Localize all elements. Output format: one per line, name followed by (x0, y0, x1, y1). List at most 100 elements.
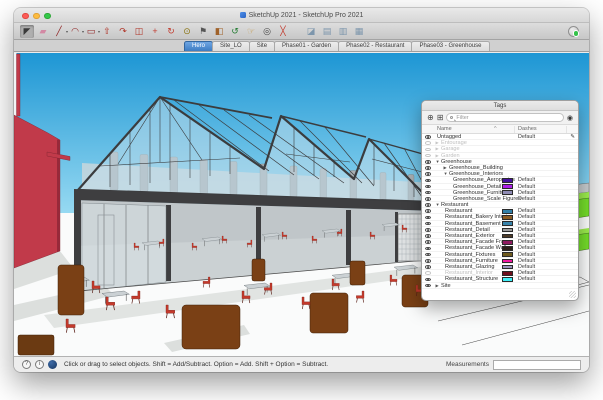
shapes-tool-icon[interactable]: ▭▾ (84, 25, 98, 38)
visibility-eye-icon[interactable] (425, 278, 431, 282)
visibility-eye-icon[interactable] (425, 247, 431, 251)
visibility-eye-icon[interactable] (425, 234, 431, 238)
follow-me-tool-icon[interactable]: ↷ (116, 25, 130, 38)
tag-color-swatch[interactable] (502, 178, 513, 183)
select-tool-icon[interactable]: ◤ (20, 25, 34, 38)
details-icon[interactable]: ◉ (567, 114, 573, 122)
tags-column-header: Name ^ Dashes (422, 125, 578, 134)
push-pull-tool-icon[interactable]: ⇧ (100, 25, 114, 38)
visibility-eye-icon[interactable] (425, 203, 431, 207)
section-tools-group: ◪▤▥▦ (304, 25, 368, 38)
visibility-eye-icon[interactable] (425, 271, 431, 275)
tag-color-swatch[interactable] (502, 246, 513, 251)
arcs-tool-icon[interactable]: ◠▾ (68, 25, 82, 38)
tags-filter-field[interactable] (446, 113, 563, 122)
orbit-tool-icon[interactable]: ↺ (228, 25, 242, 38)
sketchup-window: SketchUp 2021 - SketchUp Pro 2021 ◤▰╱▾◠▾… (14, 8, 589, 372)
tape-measure-tool-icon[interactable]: ⊙ (180, 25, 194, 38)
visibility-eye-icon[interactable] (425, 209, 431, 213)
column-name[interactable]: Name (437, 126, 452, 132)
zoom-tool-icon[interactable]: ◎ (260, 25, 274, 38)
section-plane-tool-icon[interactable]: ◪ (304, 25, 318, 38)
visibility-eye-icon[interactable] (425, 179, 431, 183)
tag-color-swatch[interactable] (502, 277, 513, 282)
rotate-tool-icon[interactable]: ↻ (164, 25, 178, 38)
tag-color-swatch[interactable] (502, 215, 513, 220)
resize-grip[interactable] (569, 291, 576, 298)
visibility-eye-icon[interactable] (425, 135, 431, 139)
eraser-tool-icon[interactable]: ▰ (36, 25, 50, 38)
tag-color-swatch[interactable] (502, 234, 513, 239)
visibility-eye-icon[interactable] (425, 166, 431, 170)
visibility-eye-icon[interactable] (425, 240, 431, 244)
display-section-fill-tool-icon[interactable]: ▦ (352, 25, 366, 38)
tag-color-swatch[interactable] (502, 221, 513, 226)
column-divider (514, 126, 515, 133)
scene-tab-phase02-restaurant[interactable]: Phase02 - Restaurant (338, 41, 412, 51)
geolocation-icon[interactable] (48, 360, 57, 369)
scene-tabs-bar: HeroSite_LOSitePhase01 - GardenPhase02 -… (14, 40, 589, 52)
visibility-eye-icon[interactable] (425, 191, 431, 195)
tag-row[interactable]: ▶ Site (422, 283, 578, 289)
visibility-eye-icon[interactable] (425, 172, 431, 176)
measurements-input[interactable] (493, 360, 581, 370)
status-message: Click or drag to select objects. Shift =… (64, 361, 328, 368)
visibility-eye-icon[interactable] (425, 265, 431, 269)
main-toolbar: ◤▰╱▾◠▾▭▾⇧↷◫+↻⊙⚑◧↺☞◎╳ ◪▤▥▦ (14, 23, 589, 40)
measurements-label: Measurements (446, 361, 489, 368)
instructor-icon[interactable]: i (35, 360, 44, 369)
column-divider (566, 126, 567, 133)
visibility-eye-icon[interactable] (425, 259, 431, 263)
scene-tab-hero[interactable]: Hero (184, 41, 213, 51)
window-title: SketchUp 2021 - SketchUp Pro 2021 (14, 8, 589, 23)
visibility-eye-icon[interactable] (425, 185, 431, 189)
pan-tool-icon[interactable]: ☞ (244, 25, 258, 38)
search-icon (450, 116, 453, 119)
visibility-eye-icon[interactable] (425, 154, 431, 158)
move-tool-icon[interactable]: + (148, 25, 162, 38)
visibility-eye-icon[interactable] (425, 216, 431, 220)
drawing-tools-group: ◤▰╱▾◠▾▭▾⇧↷◫+↻⊙⚑◧↺☞◎╳ (20, 25, 292, 38)
display-section-cuts-tool-icon[interactable]: ▥ (336, 25, 350, 38)
tags-panel: Tags ⊕ ⊞ ◉ Name ^ Dashes Untagged Defaul… (421, 100, 579, 301)
text-tool-icon[interactable]: ⚑ (196, 25, 210, 38)
scene-tab-phase01-garden[interactable]: Phase01 - Garden (274, 41, 339, 51)
scene-tab-site[interactable]: Site (249, 41, 275, 51)
tag-color-swatch[interactable] (502, 265, 513, 270)
disclosure-triangle-icon[interactable]: ▶ (436, 283, 439, 289)
tag-color-swatch[interactable] (502, 252, 513, 257)
tags-filter-input[interactable] (456, 114, 561, 121)
visibility-eye-icon[interactable] (425, 253, 431, 257)
tag-color-swatch[interactable] (502, 271, 513, 276)
visibility-eye-icon[interactable] (425, 160, 431, 164)
tag-color-swatch[interactable] (502, 209, 513, 214)
tag-color-swatch[interactable] (502, 259, 513, 264)
offset-tool-icon[interactable]: ◫ (132, 25, 146, 38)
line-tool-icon[interactable]: ╱▾ (52, 25, 66, 38)
account-status-icon[interactable] (568, 26, 579, 37)
zoom-extents-tool-icon[interactable]: ╳ (276, 25, 290, 38)
add-tag-icon[interactable]: ⊕ (427, 113, 434, 123)
tag-color-swatch[interactable] (502, 190, 513, 195)
tag-color-swatch[interactable] (502, 184, 513, 189)
column-dashes[interactable]: Dashes (518, 126, 537, 132)
tags-panel-toolbar: ⊕ ⊞ ◉ (422, 111, 578, 125)
visibility-eye-icon[interactable] (425, 197, 431, 201)
display-section-planes-tool-icon[interactable]: ▤ (320, 25, 334, 38)
visibility-eye-icon[interactable] (425, 284, 431, 288)
visibility-eye-icon[interactable] (425, 148, 431, 152)
visibility-eye-icon[interactable] (425, 222, 431, 226)
scene-tab-site-lo[interactable]: Site_LO (212, 41, 250, 51)
add-tag-folder-icon[interactable]: ⊞ (437, 113, 444, 123)
help-icon[interactable]: ? (22, 360, 31, 369)
tag-color-swatch[interactable] (502, 228, 513, 233)
title-bar[interactable]: SketchUp 2021 - SketchUp Pro 2021 (14, 8, 589, 23)
visibility-eye-icon[interactable] (425, 141, 431, 145)
visibility-eye-icon[interactable] (425, 228, 431, 232)
tag-color-swatch[interactable] (502, 240, 513, 245)
tags-panel-title[interactable]: Tags (422, 101, 578, 111)
sort-indicator[interactable]: ^ (494, 126, 497, 132)
paint-bucket-tool-icon[interactable]: ◧ (212, 25, 226, 38)
scene-tab-phase03-greenhouse[interactable]: Phase03 - Greenhouse (411, 41, 489, 51)
sketchup-logo-icon (240, 12, 246, 18)
